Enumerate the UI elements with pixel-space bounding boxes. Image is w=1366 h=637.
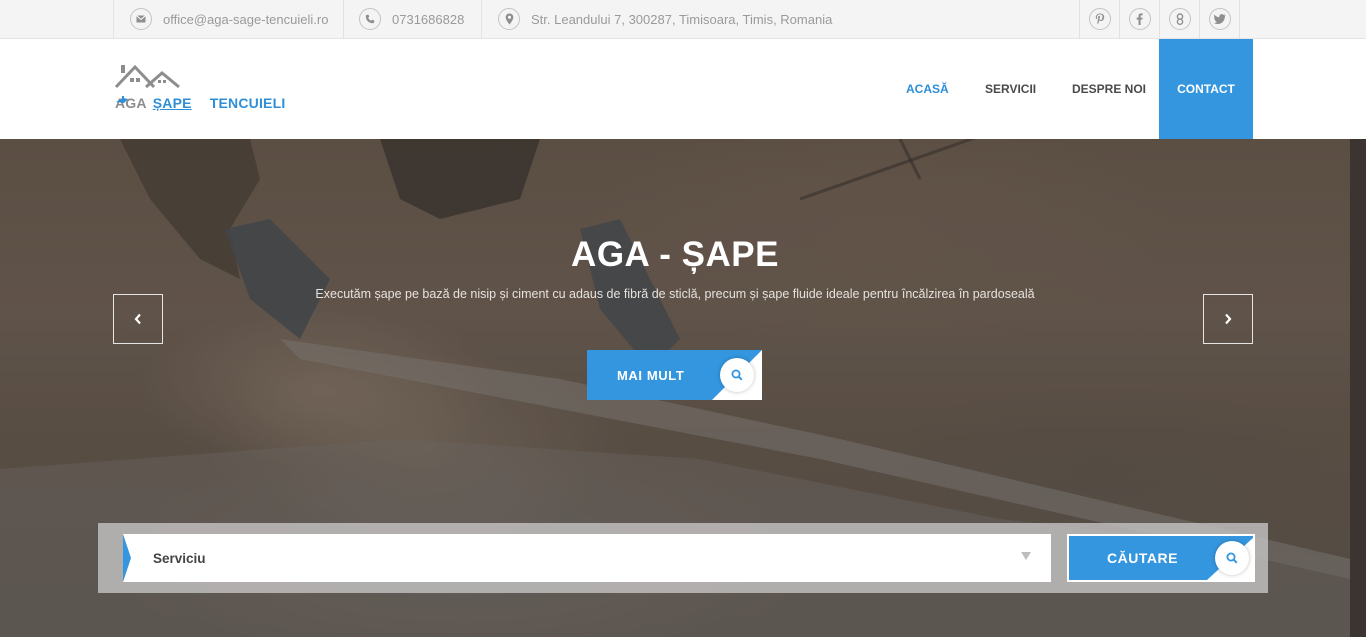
nav-home[interactable]: ACASĂ [906,39,949,139]
hero-slider: AGA - ȘAPE Executăm șape pe bază de nisi… [0,139,1366,637]
social-twitter[interactable] [1199,0,1240,38]
topbar-email[interactable]: office@aga-sage-tencuieli.ro [113,0,343,38]
map-pin-icon [498,8,520,30]
hero-subtitle: Executăm șape pe bază de nisip și ciment… [315,287,1035,301]
email-text: office@aga-sage-tencuieli.ro [163,11,329,27]
chevron-right-icon [1225,313,1232,325]
phone-text: 0731686828 [392,11,465,27]
slider-next-button[interactable] [1203,294,1253,344]
more-button-label: MAI MULT [617,367,685,383]
nav-about[interactable]: DESPRE NOI [1072,39,1146,139]
slider-prev-button[interactable] [113,294,163,344]
site-logo[interactable]: AGA ȘAPE TENCUIELI [113,61,298,117]
envelope-icon [130,8,152,30]
hero-title: AGA - ȘAPE [571,235,779,274]
search-icon [1215,541,1249,575]
logo-word-tencuieli: TENCUIELI [209,95,286,111]
address-text: Str. Leandului 7, 300287, Timisoara, Tim… [531,11,833,27]
service-select[interactable]: Serviciu [123,534,1051,582]
caret-down-icon [1021,552,1031,560]
logo-word-sape: ȘAPE [152,95,192,111]
nav-services[interactable]: SERVICII [985,39,1036,139]
search-icon [720,358,754,392]
google-plus-icon [1168,8,1191,30]
social-pinterest[interactable] [1079,0,1119,38]
twitter-icon [1208,8,1231,30]
logo-wordmark: AGA ȘAPE TENCUIELI [115,95,285,111]
topbar-phone[interactable]: 0731686828 [343,0,481,38]
facebook-icon [1128,8,1151,30]
social-facebook[interactable] [1119,0,1159,38]
search-button-label: CĂUTARE [1107,550,1178,566]
pinterest-icon [1088,8,1111,30]
search-button[interactable]: CĂUTARE [1067,534,1255,582]
hero-scroll-edge [1350,139,1366,637]
phone-icon [359,8,381,30]
top-bar: office@aga-sage-tencuieli.ro 0731686828 … [0,0,1366,39]
select-marker [123,534,131,582]
houses-logo-icon [114,64,180,89]
search-panel: Serviciu CĂUTARE [98,523,1268,593]
topbar-address: Str. Leandului 7, 300287, Timisoara, Tim… [481,0,881,38]
more-button[interactable]: MAI MULT [587,350,762,400]
nav-contact[interactable]: CONTACT [1159,39,1253,139]
site-header: AGA ȘAPE TENCUIELI ACASĂ SERVICII DESPRE … [0,39,1366,139]
social-google-plus[interactable] [1159,0,1199,38]
chevron-left-icon [134,313,141,325]
service-select-value: Serviciu [153,550,206,566]
